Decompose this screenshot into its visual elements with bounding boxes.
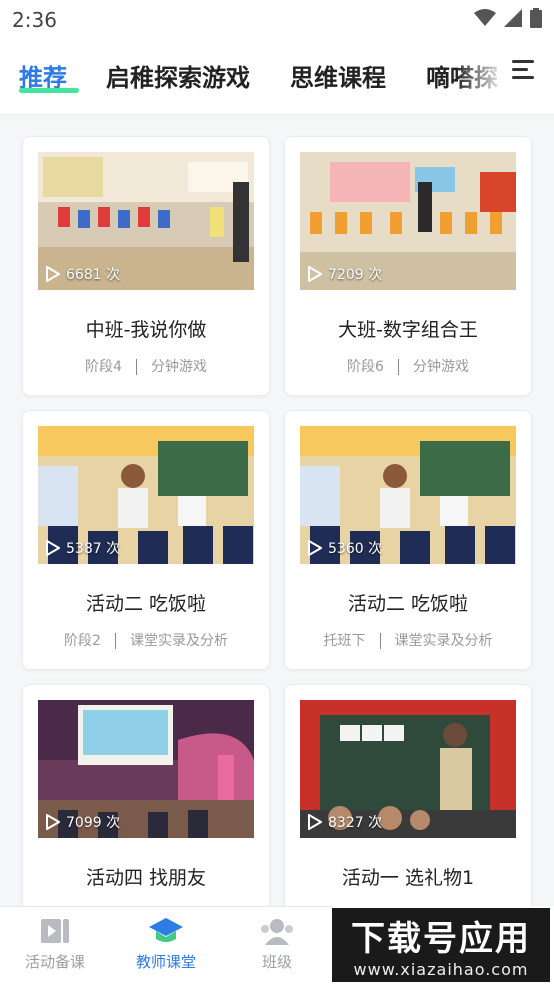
course-stage: 阶段4 — [85, 359, 122, 375]
course-title: 活动二 吃饭啦 — [347, 593, 469, 615]
course-title: 中班-我说你做 — [85, 319, 207, 341]
meta-divider — [135, 359, 137, 375]
course-stage: 阶段6 — [347, 359, 384, 375]
status-time: 2:36 — [12, 8, 57, 32]
course-title: 活动四 找朋友 — [85, 867, 207, 889]
play-icon — [308, 266, 322, 282]
course-meta: 阶段4 分钟游戏 — [23, 356, 269, 376]
play-icon — [308, 540, 322, 556]
view-count: 8327 次 — [308, 812, 382, 832]
course-meta: 托班下 课堂实录及分析 — [285, 630, 531, 650]
play-icon — [46, 266, 60, 282]
nav-label: 班级 — [261, 953, 292, 971]
status-icons — [474, 8, 542, 28]
view-count-text: 6681 次 — [66, 267, 121, 283]
meta-divider — [114, 633, 116, 649]
view-count-text: 7209 次 — [328, 267, 383, 283]
tab-thinking-course[interactable]: 思维课程 — [290, 58, 386, 93]
course-meta: 阶段6 分钟游戏 — [285, 356, 531, 376]
course-type: 课堂实录及分析 — [394, 633, 493, 649]
course-card[interactable]: 7209 次 大班-数字组合王 阶段6 分钟游戏 — [284, 136, 532, 396]
nav-label: 教师课堂 — [135, 953, 196, 971]
course-thumbnail: 7209 次 — [300, 152, 516, 290]
view-count: 5387 次 — [46, 538, 120, 558]
course-stage: 托班下 — [323, 633, 366, 649]
course-card[interactable]: 8327 次 活动一 选礼物1 — [284, 684, 532, 906]
course-thumbnail: 5387 次 — [38, 426, 254, 564]
watermark: 下载号应用 www.xiazaihao.com — [332, 906, 554, 985]
class-icon — [261, 919, 293, 945]
course-thumbnail: 6681 次 — [38, 152, 254, 290]
view-count: 6681 次 — [46, 264, 120, 284]
view-count-text: 5387 次 — [66, 541, 121, 557]
nav-activity-prep[interactable]: 活动备课 — [10, 915, 100, 972]
watermark-logo: 下载号应用 www.xiazaihao.com — [332, 908, 550, 982]
course-title: 活动二 吃饭啦 — [85, 593, 207, 615]
meta-divider — [379, 633, 381, 649]
view-count-text: 5360 次 — [328, 541, 383, 557]
course-type: 课堂实录及分析 — [129, 633, 228, 649]
course-card[interactable]: 6681 次 中班-我说你做 阶段4 分钟游戏 — [22, 136, 270, 396]
view-count: 7209 次 — [308, 264, 382, 284]
course-grid: 6681 次 中班-我说你做 阶段4 分钟游戏 7209 次 大班-数字组合王 阶… — [0, 126, 554, 906]
nav-label: 活动备课 — [24, 953, 85, 971]
course-thumbnail: 8327 次 — [300, 700, 516, 838]
course-stage: 阶段2 — [64, 633, 101, 649]
play-icon — [46, 814, 60, 830]
play-icon — [308, 814, 322, 830]
view-count-text: 7099 次 — [66, 815, 121, 831]
course-card[interactable]: 7099 次 活动四 找朋友 — [22, 684, 270, 906]
watermark-url: www.xiazaihao.com — [353, 960, 529, 979]
course-meta: 阶段2 课堂实录及分析 — [23, 630, 269, 650]
course-title: 大班-数字组合王 — [338, 319, 478, 341]
watermark-title: 下载号应用 — [351, 919, 531, 959]
play-icon — [46, 540, 60, 556]
course-type: 分钟游戏 — [412, 359, 469, 375]
view-count: 7099 次 — [46, 812, 120, 832]
active-tab-indicator — [19, 88, 79, 93]
tab-fade — [456, 40, 506, 110]
view-count: 5360 次 — [308, 538, 382, 558]
graduation-cap-icon — [149, 918, 183, 942]
battery-icon — [530, 8, 542, 28]
menu-icon[interactable] — [512, 60, 534, 80]
course-card[interactable]: 5360 次 活动二 吃饭啦 托班下 课堂实录及分析 — [284, 410, 532, 670]
view-count-text: 8327 次 — [328, 815, 383, 831]
course-thumbnail: 7099 次 — [38, 700, 254, 838]
video-icon — [41, 919, 69, 943]
course-title: 活动一 选礼物1 — [341, 867, 475, 889]
tab-explore-games[interactable]: 启稚探索游戏 — [106, 58, 250, 93]
wifi-icon — [474, 9, 496, 26]
meta-divider — [397, 359, 399, 375]
status-bar: 2:36 — [0, 0, 554, 38]
signal-icon — [504, 9, 522, 27]
course-type: 分钟游戏 — [150, 359, 207, 375]
course-thumbnail: 5360 次 — [300, 426, 516, 564]
nav-class[interactable]: 班级 — [232, 915, 322, 972]
course-card[interactable]: 5387 次 活动二 吃饭啦 阶段2 课堂实录及分析 — [22, 410, 270, 670]
nav-teacher-class[interactable]: 教师课堂 — [121, 915, 211, 972]
